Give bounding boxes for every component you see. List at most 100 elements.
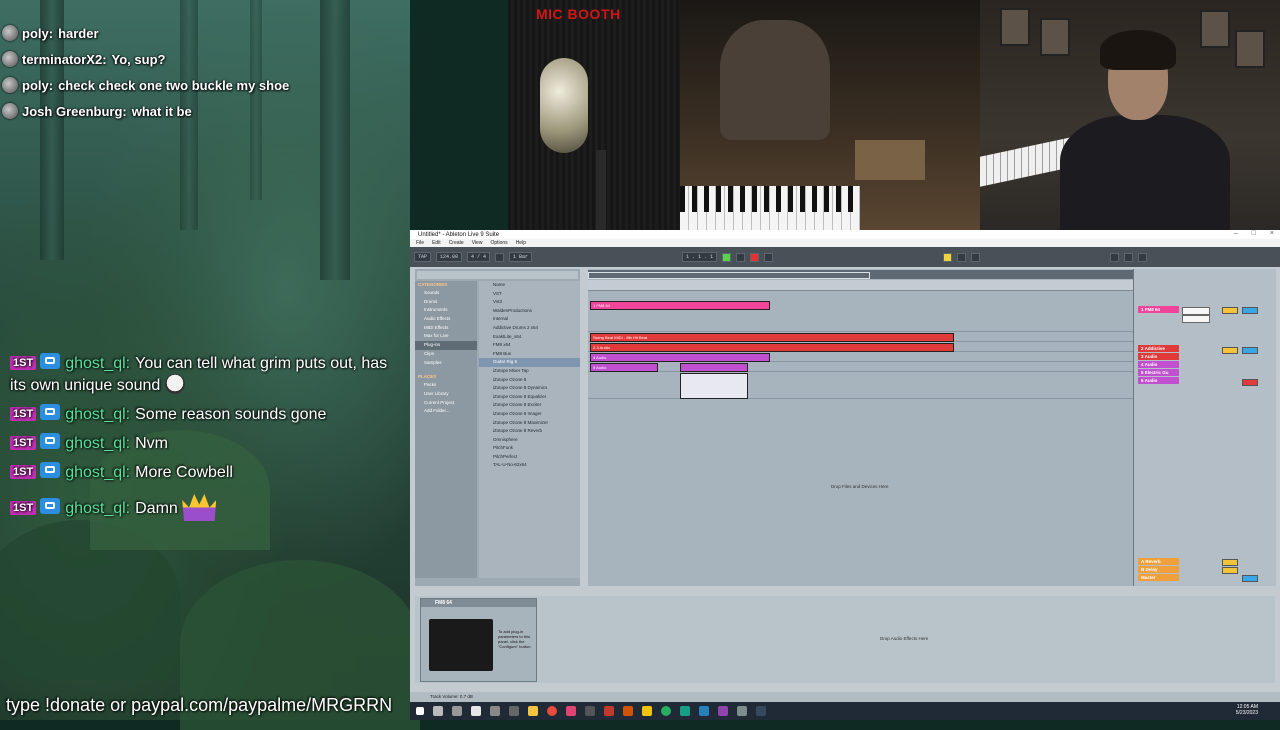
track-lane-5[interactable]: 5 Audio [588,362,1133,372]
browser-item[interactable]: Addictive Drums 2 x64 [479,324,580,333]
app-icon[interactable] [756,706,766,716]
device-xy-screen[interactable] [429,619,493,671]
audio-clip[interactable]: 5 Audio [590,363,658,372]
browser-search-input[interactable] [417,271,578,279]
category-clips[interactable]: Clips [415,350,477,359]
track-lane-3[interactable]: 2-3 Audio [588,342,1133,352]
app-icon[interactable] [737,706,747,716]
app-icon[interactable] [699,706,709,716]
drum-clip[interactable]: Swing Beat MIDI - 8th Hit Beat [590,333,954,342]
place-current-project[interactable]: Current Project [415,399,477,408]
detail-drop-zone[interactable]: Drop Audio Effects Here [880,636,928,641]
arm-button[interactable] [1242,575,1258,582]
track-lane-2[interactable]: Swing Beat MIDI - 8th Hit Beat [588,332,1133,342]
record-icon[interactable] [750,252,760,262]
close-icon[interactable]: × [1270,230,1274,237]
browser-item[interactable]: Internal [479,315,580,324]
menu-file[interactable]: File [416,240,424,246]
browser-item[interactable]: iZotope Ozone 8 Equalizer [479,393,580,402]
midi-map-icon[interactable] [1124,252,1134,262]
track-name-4[interactable]: 4 Audio [1138,361,1179,368]
browser-item[interactable]: PitchFunk [479,444,580,453]
browser-item[interactable]: WaldenProductions [479,307,580,316]
app-icon[interactable] [623,706,633,716]
browser-item[interactable]: TAL-U-No-62x64 [479,461,580,470]
volume-field[interactable] [1222,567,1238,574]
input-select[interactable] [1182,307,1210,315]
category-drums[interactable]: Drums [415,298,477,307]
category-sounds[interactable]: Sounds [415,289,477,298]
punch-out-icon[interactable] [971,252,981,262]
track-name-1[interactable]: 1 FM8 64 [1138,306,1179,313]
browser-item[interactable]: iZotope Ozone 8 Dynamics [479,384,580,393]
track-name-2[interactable]: 2 Addictive [1138,345,1179,352]
spotify-icon[interactable] [661,706,671,716]
taskbar-clock[interactable]: 12:05 AM 5/23/2023 [1236,704,1258,716]
place-add-folder[interactable]: Add Folder... [415,407,477,416]
volume-field[interactable] [1222,559,1238,566]
browser-item[interactable]: ExaktLite_x64 [479,333,580,342]
chrome-icon[interactable] [547,706,557,716]
return-a[interactable]: A Reverb [1138,558,1179,565]
menu-view[interactable]: View [472,240,483,246]
audio-clip[interactable] [680,373,748,399]
track-name-6[interactable]: 6 Audio [1138,377,1179,384]
category-midi-effects[interactable]: MIDI Effects [415,324,477,333]
device-fm8[interactable]: FM8 64 To add plug-in parameters to this… [420,598,537,682]
arm-button[interactable] [1242,307,1258,314]
volume-field[interactable] [1222,347,1238,354]
audio-clip[interactable]: 2-3 Audio [590,343,954,352]
song-position-field[interactable]: 1 . 1 . 1 [682,252,718,262]
time-signature-field[interactable]: 4 / 4 [467,252,491,262]
beat-ruler[interactable] [588,280,1133,291]
arrangement-drop-zone[interactable]: Drop Files and Devices Here [831,484,889,489]
app-icon[interactable] [509,706,519,716]
browser-item[interactable]: VST [479,290,580,299]
category-plug-ins[interactable]: Plug-ins [415,341,477,350]
browser-item[interactable]: iZotope Ozone 8 Maximizer [479,419,580,428]
browser-item[interactable]: iZotope Ozone 8 Reverb [479,427,580,436]
punch-in-icon[interactable] [957,252,967,262]
task-view-icon[interactable] [452,706,462,716]
tempo-field[interactable]: 124.00 [436,252,463,262]
app-icon[interactable] [642,706,652,716]
menu-edit[interactable]: Edit [432,240,441,246]
menu-help[interactable]: Help [516,240,526,246]
category-instruments[interactable]: Instruments [415,306,477,315]
category-samples[interactable]: Samples [415,359,477,368]
loop-icon[interactable] [943,252,953,262]
app-icon[interactable] [680,706,690,716]
app-icon[interactable] [585,706,595,716]
browser-item[interactable]: PitchPerfect [479,453,580,462]
app-icon[interactable] [718,706,728,716]
browser-item[interactable]: iZotope Ozone 8 Imager [479,410,580,419]
search-icon[interactable] [433,706,443,716]
arm-button[interactable] [1242,379,1258,386]
browser-item[interactable]: iZotope Mixer Tap [479,367,580,376]
overdub-icon[interactable] [764,252,774,262]
minimize-icon[interactable]: – [1234,230,1238,237]
app-icon[interactable] [471,706,481,716]
browser-item[interactable]: Guitar Rig 5 [479,358,580,367]
browser-item[interactable]: FM8 Bus [479,350,580,359]
metronome-icon[interactable] [495,252,505,262]
stop-icon[interactable] [736,252,746,262]
track-lane-1[interactable]: 1 FM8 64 [588,297,1133,332]
category-audio-effects[interactable]: Audio Effects [415,315,477,324]
track-lane-6[interactable] [588,372,1133,399]
quantize-select[interactable]: 1 Bar [509,252,533,262]
browser-item[interactable]: iZotope Ozone 8 Exciter [479,401,580,410]
device-title[interactable]: FM8 64 [421,599,536,607]
track-name-5[interactable]: 5 Electric Gu [1138,369,1179,376]
menu-options[interactable]: Options [490,240,507,246]
volume-field[interactable] [1222,307,1238,314]
category-max-for-live[interactable]: Max for Live [415,332,477,341]
midi-clip[interactable]: 1 FM8 64 [590,301,770,310]
browser-item[interactable]: FM8 x64 [479,341,580,350]
audio-clip[interactable] [680,363,748,372]
maximize-icon[interactable]: □ [1252,230,1256,237]
return-b[interactable]: B Delay [1138,566,1179,573]
browser-item[interactable]: iZotope Ozone 8 [479,376,580,385]
place-packs[interactable]: Packs [415,381,477,390]
app-icon[interactable] [566,706,576,716]
